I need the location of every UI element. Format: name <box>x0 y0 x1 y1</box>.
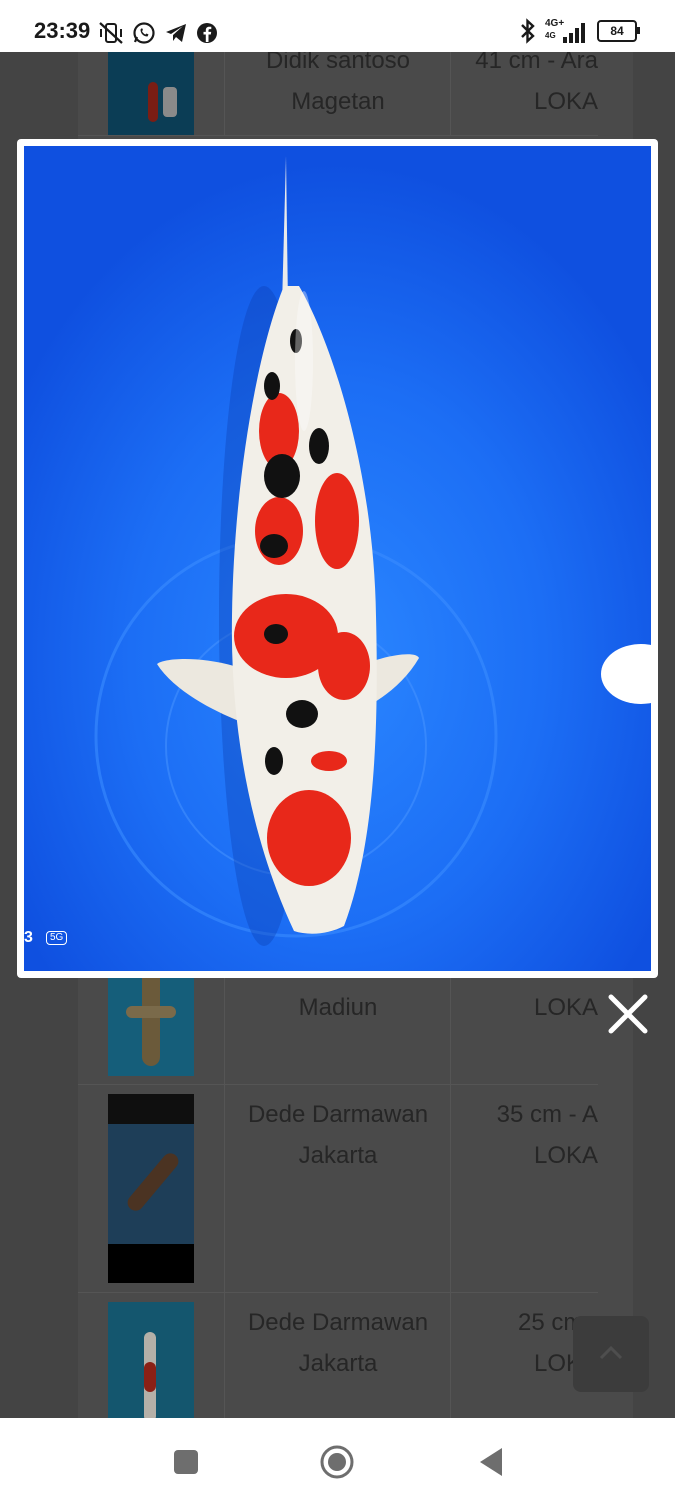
koi-photo-illustration <box>24 146 651 971</box>
table-row: Dede Darmawan Jakarta 35 cm - A LOKA <box>78 1084 598 1293</box>
koi-thumbnail[interactable] <box>108 1094 194 1283</box>
owner-name: Dede Darmawan <box>247 1309 429 1336</box>
battery-level: 84 <box>610 24 624 38</box>
status-time: 23:39 <box>34 18 91 43</box>
telegram-icon <box>166 24 186 42</box>
table-row: Didik santoso Magetan 41 cm - Ara LOKA <box>78 52 598 136</box>
status-notification-icons <box>98 21 218 45</box>
owner-city: Magetan <box>291 88 385 115</box>
mute-vibrate-icon <box>99 22 123 44</box>
back-icon <box>480 1448 502 1476</box>
owner-city: Jakarta <box>298 1350 378 1377</box>
home-icon <box>320 1445 354 1479</box>
cell-divider <box>450 1292 451 1418</box>
recents-icon <box>174 1450 198 1474</box>
home-button[interactable] <box>317 1442 357 1482</box>
location-label: LOKA <box>533 994 598 1021</box>
owner-name: Didik santoso <box>265 52 411 74</box>
system-navigation-bar <box>0 1418 675 1500</box>
location-label: LOKA <box>533 88 598 115</box>
cell-divider <box>224 1292 225 1418</box>
size-variety: 41 cm - Ara <box>475 52 598 74</box>
owner-name: Dede Darmawan <box>247 1101 429 1128</box>
cell-divider <box>224 1084 225 1292</box>
koi-fish-photo[interactable]: 3 5G <box>24 146 651 971</box>
status-system-icons: 4G+ 4G 84 <box>519 18 640 44</box>
close-icon <box>608 994 648 1034</box>
watermark-5g-badge: 5G <box>46 931 68 945</box>
scroll-to-top-button[interactable] <box>573 1316 649 1392</box>
camera-watermark: 3 <box>24 929 33 946</box>
cell-divider <box>224 52 225 135</box>
location-label: LOKA <box>533 1142 598 1169</box>
table-row: Dede Darmawan Jakarta 25 cm - LOKA <box>78 1292 598 1418</box>
facebook-icon <box>197 23 217 43</box>
network-type-label: 4G+ <box>545 18 565 29</box>
whatsapp-icon <box>133 22 155 44</box>
cell-divider <box>450 52 451 135</box>
bluetooth-icon <box>521 18 535 44</box>
cell-divider <box>450 1084 451 1292</box>
network-sub-label: 4G <box>545 31 556 40</box>
back-button[interactable] <box>470 1442 510 1482</box>
chevron-up-icon <box>599 1345 623 1360</box>
owner-city: Madiun <box>298 994 378 1021</box>
owner-city: Jakarta <box>298 1142 378 1169</box>
close-button[interactable] <box>604 990 652 1038</box>
koi-thumbnail[interactable] <box>108 52 194 135</box>
battery-icon: 84 <box>597 20 640 42</box>
status-bar: 23:39 4G+ 4G 84 <box>0 0 675 52</box>
signal-icon: 4G+ 4G <box>545 19 589 43</box>
size-variety: 35 cm - A <box>496 1101 598 1128</box>
koi-thumbnail[interactable] <box>108 1302 194 1418</box>
recents-button[interactable] <box>166 1442 206 1482</box>
